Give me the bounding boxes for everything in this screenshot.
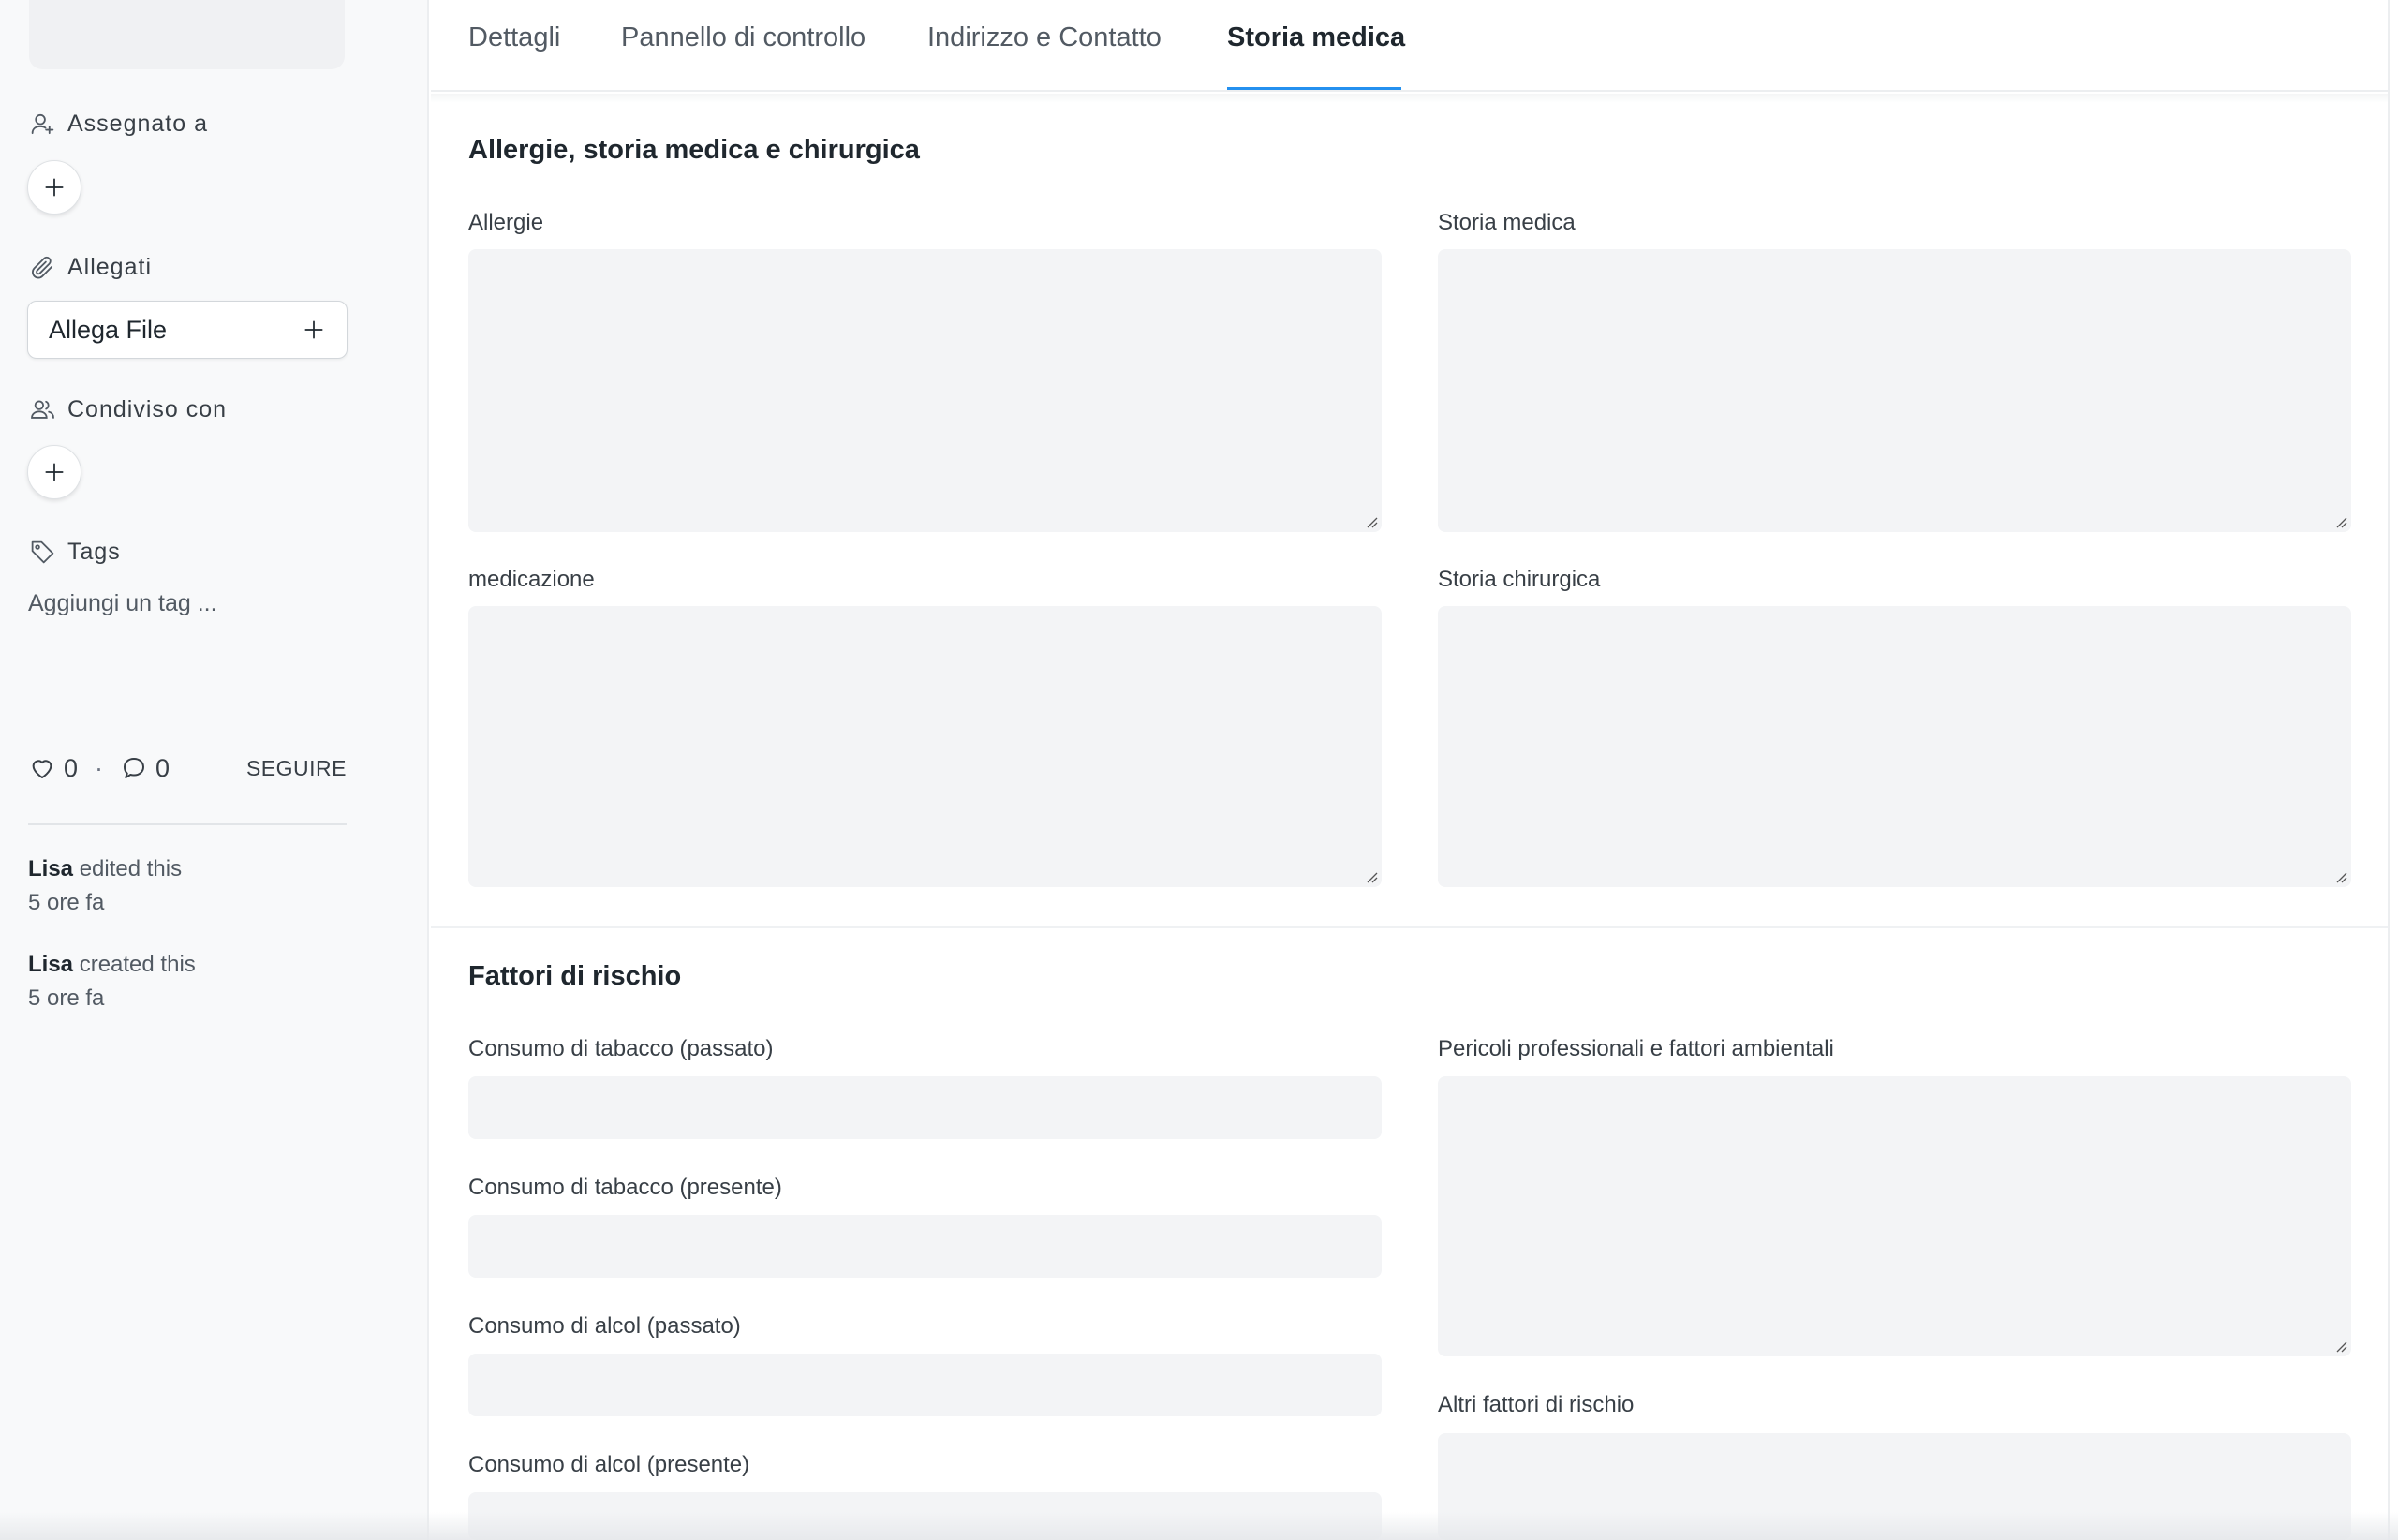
main-form: Dettagli Pannello di controllo Indirizzo… [431,0,2389,1540]
tags-heading: Tags [29,539,121,566]
activity-user: Lisa [28,856,74,881]
heart-icon[interactable] [28,754,56,782]
tobacco-past-input[interactable] [468,1076,1382,1139]
tab-bar: Dettagli Pannello di controllo Indirizzo… [431,0,2388,92]
assigned-to-heading: Assegnato a [29,111,208,138]
plus-icon [45,178,64,197]
tabs-shadow [431,94,2388,103]
attachments-heading: Allegati [29,254,152,281]
alcohol-current-label: Consumo di alcol (presente) [468,1452,750,1477]
comment-icon[interactable] [120,754,148,782]
tobacco-current-label: Consumo di tabacco (presente) [468,1175,782,1200]
assigned-to-label: Assegnato a [67,111,208,137]
allergies-textarea[interactable] [468,249,1382,532]
activity-action: edited this [79,856,183,881]
tobacco-current-input[interactable] [468,1215,1382,1278]
attachments-label: Allegati [67,254,152,280]
alcohol-past-label: Consumo di alcol (passato) [468,1313,741,1339]
tab-dashboard[interactable]: Pannello di controllo [621,22,866,53]
comment-count: 0 [155,753,170,782]
attach-file-button[interactable]: Allega File [27,301,348,359]
activity-time: 5 ore fa [28,890,105,915]
tobacco-past-label: Consumo di tabacco (passato) [468,1036,774,1061]
bottom-scroll-fade [0,1512,2398,1540]
like-count: 0 [64,753,79,782]
separator-dot: · [95,753,104,782]
activity-action: created this [79,952,196,977]
tab-medical-history[interactable]: Storia medica [1227,22,1405,53]
occupational-hazards-textarea[interactable] [1438,1076,2351,1356]
activity-item: Lisa edited this 5 ore fa [28,852,182,920]
add-tag-link[interactable]: Aggiungi un tag ... [28,590,217,617]
section-title-risk-factors: Fattori di rischio [468,961,682,991]
shared-with-heading: Condiviso con [29,396,227,423]
alcohol-past-input[interactable] [468,1354,1382,1416]
attach-file-label: Allega File [49,315,168,344]
activity-time: 5 ore fa [28,985,105,1011]
plus-icon [304,320,323,339]
users-icon [31,400,54,419]
sidebar-divider [28,823,347,825]
paperclip-icon [32,256,53,279]
activity-user: Lisa [28,952,74,977]
medication-label: medicazione [468,567,595,592]
occupational-hazards-label: Pericoli professionali e fattori ambient… [1438,1036,1834,1061]
medical-history-textarea[interactable] [1438,249,2351,532]
surgical-history-textarea[interactable] [1438,606,2351,887]
tab-address-contact[interactable]: Indirizzo e Contatto [927,22,1162,53]
section-divider [431,926,2388,928]
section-title-history: Allergie, storia medica e chirurgica [468,135,920,165]
social-row: 0 · 0 SEGUIRE [28,752,347,784]
plus-icon [45,463,64,481]
shared-with-label: Condiviso con [67,396,228,422]
activity-item: Lisa created this 5 ore fa [28,948,196,1015]
medical-history-label: Storia medica [1438,210,1576,235]
sidebar: Assegnato a Allegati Allega File Condivi… [0,0,429,1540]
medication-textarea[interactable] [468,606,1382,887]
add-share-button[interactable] [27,445,81,499]
surgical-history-label: Storia chirurgica [1438,567,1601,592]
main-right-border [2388,0,2390,1540]
add-user-icon [31,113,54,135]
tab-details[interactable]: Dettagli [468,22,560,53]
add-assignee-button[interactable] [27,160,81,215]
allergies-label: Allergie [468,210,544,235]
other-risk-factors-label: Altri fattori di rischio [1438,1392,1635,1417]
tags-label: Tags [67,539,121,565]
follow-button[interactable]: SEGUIRE [246,756,347,781]
active-tab-indicator [1227,87,1401,90]
sidebar-image-placeholder[interactable] [29,0,345,69]
tag-icon [31,540,54,564]
